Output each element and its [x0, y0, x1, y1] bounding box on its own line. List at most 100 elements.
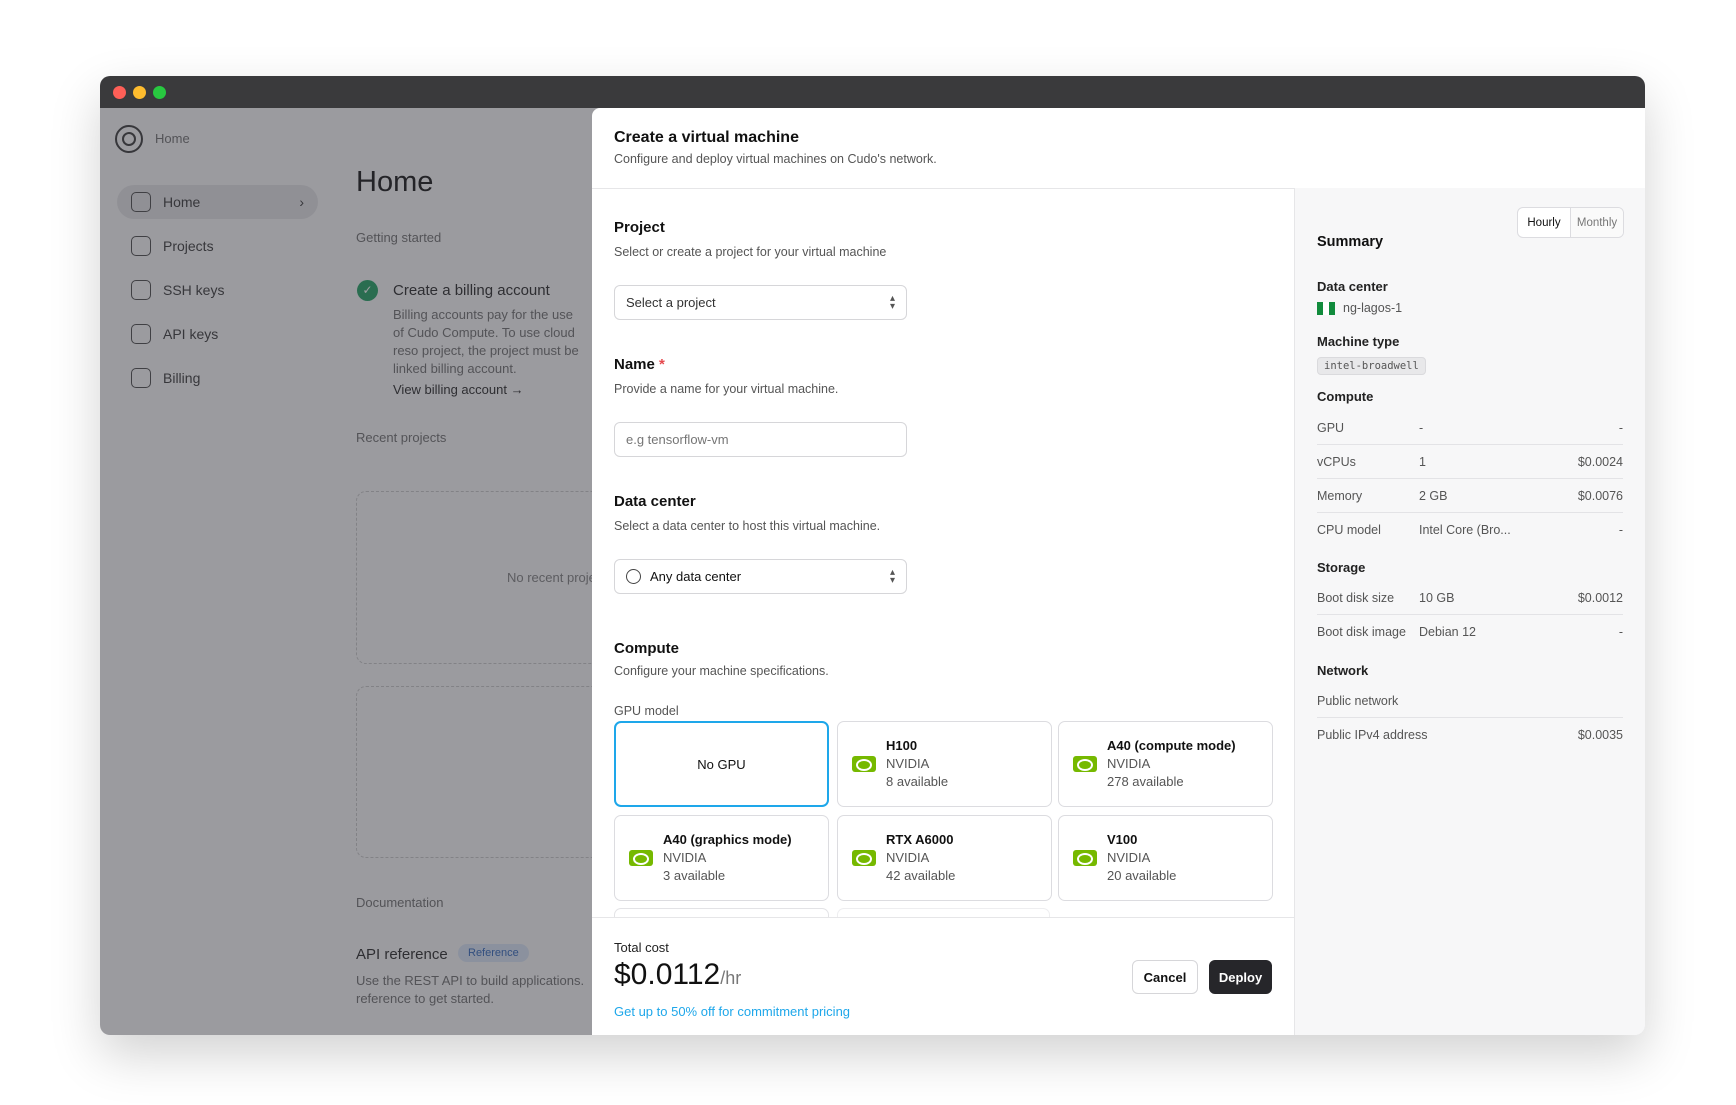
summary-row-label: Boot disk size: [1317, 590, 1395, 605]
summary-row-label: Memory: [1317, 488, 1363, 503]
summary-row-label: GPU: [1317, 420, 1345, 435]
summary-row-price: $0.0035: [1577, 728, 1623, 742]
nvidia-logo-icon: [629, 850, 653, 866]
gpu-vendor: NVIDIA: [886, 850, 930, 865]
gpu-name: A40 (graphics mode): [663, 832, 792, 847]
project-label: Project: [614, 219, 665, 236]
nvidia-logo-icon: [1073, 756, 1097, 772]
minimize-window-button[interactable]: [133, 86, 146, 99]
nigeria-flag-icon: [1317, 301, 1335, 315]
gpu-availability: 8 available: [886, 774, 949, 789]
summary-network-label: Network: [1317, 663, 1369, 678]
maximize-window-button[interactable]: [153, 86, 166, 99]
chevron-up-down-icon: ▴ ▾: [889, 566, 895, 586]
data-center-select[interactable]: Any data center ▴ ▾: [614, 559, 907, 594]
gpu-name: RTX A6000: [886, 832, 954, 847]
deploy-button[interactable]: Deploy: [1209, 960, 1272, 994]
summary-row: Public IPv4 address $0.0035: [1317, 718, 1623, 752]
summary-row: Memory 2 GB $0.0076: [1317, 479, 1623, 513]
summary-row-label: Public network: [1317, 693, 1399, 708]
nvidia-logo-icon: [1073, 850, 1097, 866]
gpu-name: No GPU: [697, 756, 746, 772]
commitment-pricing-link[interactable]: Get up to 50% off for commitment pricing: [614, 1004, 850, 1019]
create-vm-dialog: Create a virtual machine Configure and d…: [592, 108, 1645, 1035]
gpu-vendor: NVIDIA: [1107, 756, 1151, 771]
summary-row-value: Intel Core (Bro...: [1419, 523, 1511, 537]
billing-period-toggle: Hourly Monthly: [1517, 207, 1624, 238]
gpu-card[interactable]: H100 NVIDIA 8 available: [837, 721, 1052, 807]
hourly-toggle[interactable]: Hourly: [1518, 208, 1571, 237]
cancel-button[interactable]: Cancel: [1132, 960, 1198, 994]
summary-row-label: Boot disk image: [1317, 625, 1406, 639]
nvidia-logo-icon: [852, 756, 876, 772]
gpu-vendor: NVIDIA: [1107, 850, 1151, 865]
machine-type-chip: intel-broadwell: [1317, 357, 1426, 375]
project-select[interactable]: Select a project ▴ ▾: [614, 285, 907, 320]
summary-data-center-label: Data center: [1317, 279, 1388, 294]
app-window: Home Home › Projects SSH keys API keys Billin…: [100, 76, 1645, 1035]
summary-data-center: ng-lagos-1: [1317, 301, 1402, 315]
monthly-toggle[interactable]: Monthly: [1571, 208, 1623, 237]
gpu-card[interactable]: RTX A6000 NVIDIA 42 available: [837, 815, 1052, 901]
gpu-vendor: NVIDIA: [663, 850, 707, 865]
summary-row-price: -: [1618, 420, 1623, 435]
gpu-availability: 278 available: [1107, 774, 1184, 789]
gpu-card[interactable]: V100 NVIDIA 20 available: [1058, 815, 1273, 901]
gpu-name: V100: [1107, 832, 1138, 847]
summary-row: vCPUs 1 $0.0024: [1317, 445, 1623, 479]
total-cost: $0.0112/hr: [614, 958, 741, 992]
gpu-card[interactable]: A40 (graphics mode) NVIDIA 3 available: [614, 815, 829, 901]
data-center-help: Select a data center to host this virtua…: [614, 519, 881, 533]
name-label: Name *: [614, 356, 665, 373]
summary-row-label: Public IPv4 address: [1317, 728, 1428, 742]
name-help: Provide a name for your virtual machine.: [614, 382, 839, 396]
dialog-subtitle: Configure and deploy virtual machines on…: [614, 152, 937, 166]
summary-row-price: -: [1618, 523, 1623, 537]
gpu-name: A40 (compute mode): [1107, 738, 1236, 753]
summary-row: GPU - -: [1317, 411, 1623, 445]
gpu-availability: 20 available: [1107, 868, 1177, 883]
summary-row-price: $0.0024: [1577, 454, 1623, 469]
compute-label: Compute: [614, 640, 679, 657]
summary-row: Boot disk image Debian 12 -: [1317, 615, 1623, 649]
summary-row: CPU model Intel Core (Bro... -: [1317, 513, 1623, 547]
data-center-value: Any data center: [650, 569, 742, 584]
summary-row-label: CPU model: [1317, 523, 1381, 537]
summary-row-value: 10 GB: [1419, 590, 1455, 605]
summary-row-value: 1: [1419, 454, 1426, 469]
gpu-availability: 3 available: [663, 868, 726, 883]
name-input[interactable]: [614, 422, 907, 457]
name-label-text: Name: [614, 356, 655, 373]
nvidia-logo-icon: [852, 850, 876, 866]
gpu-availability: 42 available: [886, 868, 956, 883]
total-cost-label: Total cost: [614, 940, 669, 955]
summary-row-value: Debian 12: [1419, 625, 1476, 639]
summary-row-price: $0.0012: [1577, 590, 1623, 605]
summary-row-label: vCPUs: [1317, 454, 1356, 469]
total-cost-unit: /hr: [720, 968, 742, 988]
summary-storage-label: Storage: [1317, 560, 1366, 575]
summary-row: Boot disk size 10 GB $0.0012: [1317, 581, 1623, 615]
project-help: Select or create a project for your virt…: [614, 245, 887, 259]
dialog-footer: Total cost $0.0112/hr Get up to 50% off …: [592, 917, 1294, 1035]
globe-icon: [626, 569, 641, 584]
summary-row-value: -: [1419, 420, 1424, 435]
required-marker: *: [659, 356, 665, 373]
summary-row-price: -: [1618, 625, 1623, 639]
gpu-card[interactable]: No GPU: [614, 721, 829, 807]
summary-row-price: $0.0076: [1577, 488, 1623, 503]
summary-panel: Summary Hourly Monthly Data center ng-la…: [1294, 188, 1645, 1035]
gpu-card[interactable]: A40 (compute mode) NVIDIA 278 available: [1058, 721, 1273, 807]
data-center-value: ng-lagos-1: [1343, 301, 1403, 315]
gpu-vendor: NVIDIA: [886, 756, 930, 771]
close-window-button[interactable]: [113, 86, 126, 99]
data-center-label: Data center: [614, 493, 696, 510]
title-bar: [100, 76, 1645, 108]
summary-row-value: 2 GB: [1419, 488, 1448, 503]
chevron-up-down-icon: ▴ ▾: [889, 292, 895, 312]
compute-help: Configure your machine specifications.: [614, 664, 829, 678]
total-cost-value: $0.0112: [614, 958, 721, 991]
summary-title: Summary: [1317, 234, 1384, 250]
gpu-model-label: GPU model: [614, 704, 679, 718]
summary-machine-type-label: Machine type: [1317, 334, 1400, 349]
